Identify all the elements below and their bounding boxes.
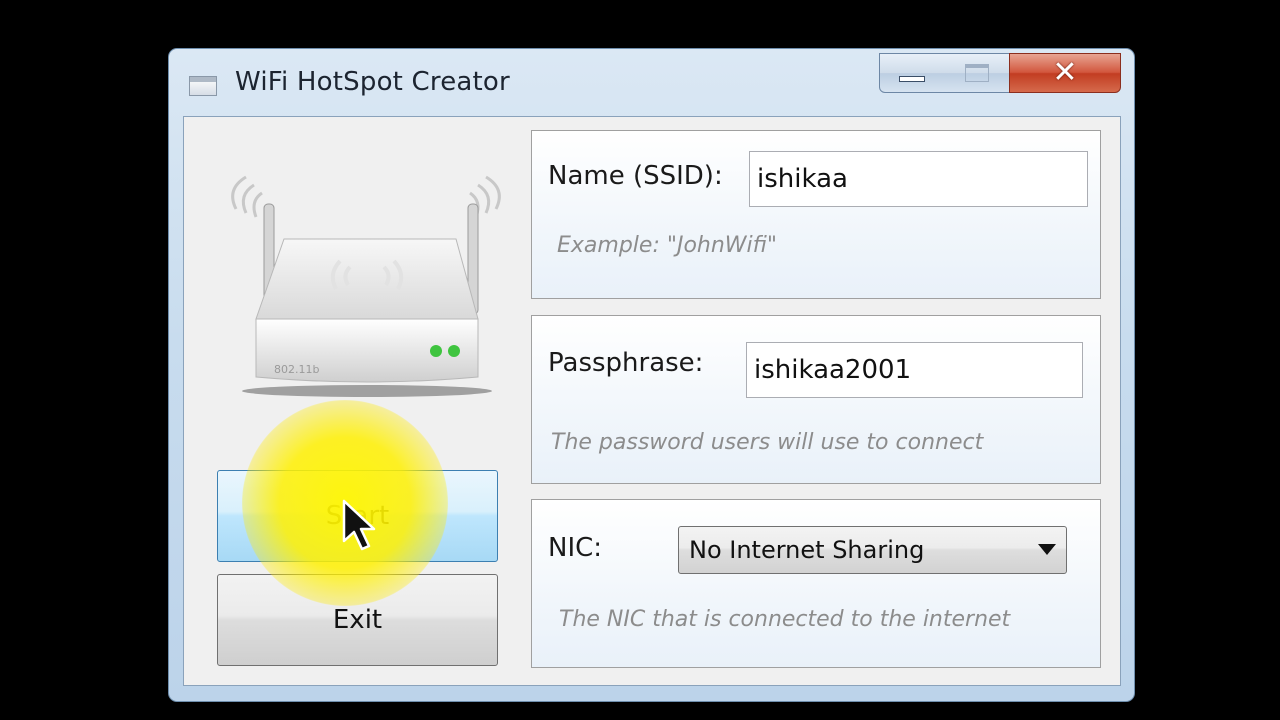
nic-selected-value: No Internet Sharing: [689, 536, 925, 564]
minimize-button[interactable]: [879, 53, 945, 93]
ssid-hint: Example: "JohnWifi": [557, 233, 777, 258]
window-title: WiFi HotSpot Creator: [235, 67, 510, 97]
passphrase-hint: The password users will use to connect: [551, 430, 984, 455]
client-area: 802.11b Start Exit Name (SSID): ishikaa …: [183, 116, 1121, 686]
nic-group: NIC: No Internet Sharing The NIC that is…: [531, 499, 1101, 668]
app-window: WiFi HotSpot Creator ✕ 802.11b Start Exi…: [168, 48, 1135, 702]
caption-buttons: ✕: [879, 53, 1124, 95]
close-icon: ✕: [1052, 55, 1078, 90]
minimize-icon: [899, 76, 925, 82]
close-button[interactable]: ✕: [1009, 53, 1121, 93]
router-label: 802.11b: [274, 363, 319, 376]
nic-select[interactable]: No Internet Sharing: [678, 526, 1067, 574]
nic-label: NIC:: [548, 533, 603, 563]
ssid-input[interactable]: ishikaa: [749, 151, 1088, 207]
window-app-icon: [189, 76, 217, 96]
maximize-button: [944, 53, 1010, 93]
ssid-group: Name (SSID): ishikaa Example: "JohnWifi": [531, 130, 1101, 299]
nic-hint: The NIC that is connected to the interne…: [559, 607, 1011, 632]
chevron-down-icon: [1038, 544, 1056, 555]
passphrase-input[interactable]: ishikaa2001: [746, 342, 1083, 398]
wireless-router-icon: 802.11b: [231, 175, 501, 397]
start-button[interactable]: Start: [217, 470, 498, 562]
title-bar[interactable]: WiFi HotSpot Creator ✕: [169, 49, 1134, 115]
passphrase-group: Passphrase: ishikaa2001 The password use…: [531, 315, 1101, 484]
maximize-icon: [964, 64, 989, 82]
ssid-label: Name (SSID):: [548, 161, 723, 191]
exit-button[interactable]: Exit: [217, 574, 498, 666]
passphrase-label: Passphrase:: [548, 348, 704, 378]
